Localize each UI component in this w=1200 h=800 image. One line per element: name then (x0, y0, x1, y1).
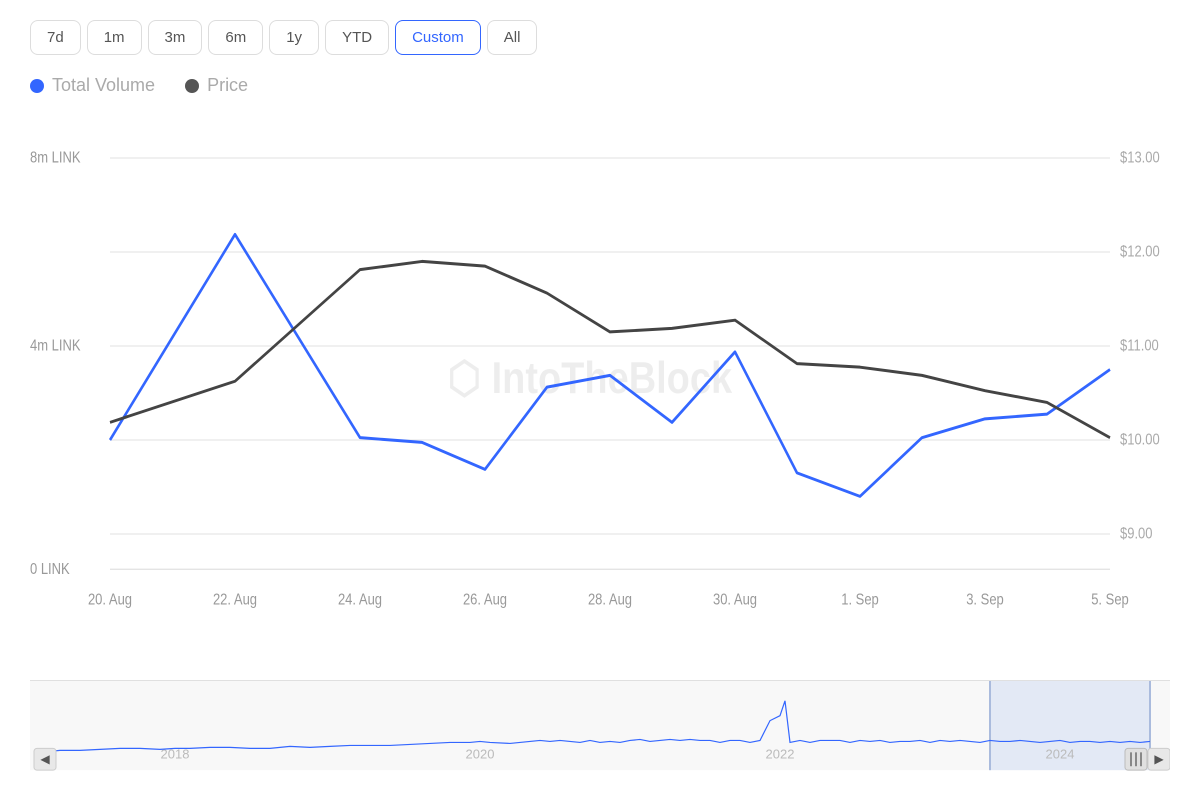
svg-text:26. Aug: 26. Aug (463, 592, 507, 609)
time-range-buttons: 7d 1m 3m 6m 1y YTD Custom All (30, 20, 1170, 55)
total-volume-dot (30, 79, 44, 93)
btn-all[interactable]: All (487, 20, 538, 55)
price-line (110, 261, 1110, 437)
drag-handle[interactable] (1125, 748, 1147, 770)
svg-text:2022: 2022 (766, 746, 795, 761)
svg-text:$9.00: $9.00 (1120, 526, 1153, 543)
svg-text:◀: ◀ (40, 752, 50, 766)
svg-text:$11.00: $11.00 (1120, 338, 1159, 355)
legend-price: Price (185, 75, 248, 96)
btn-ytd[interactable]: YTD (325, 20, 389, 55)
svg-text:$10.00: $10.00 (1120, 432, 1160, 449)
btn-7d[interactable]: 7d (30, 20, 81, 55)
scroll-left-btn[interactable]: ◀ (34, 748, 56, 770)
btn-custom[interactable]: Custom (395, 20, 481, 55)
svg-text:▶: ▶ (1154, 752, 1164, 766)
btn-6m[interactable]: 6m (208, 20, 263, 55)
btn-3m[interactable]: 3m (148, 20, 203, 55)
svg-text:8m LINK: 8m LINK (30, 150, 81, 167)
svg-text:28. Aug: 28. Aug (588, 592, 632, 609)
svg-text:0 LINK: 0 LINK (30, 561, 70, 578)
svg-text:2020: 2020 (466, 746, 495, 761)
price-label: Price (207, 75, 248, 96)
navigator-svg: 2018 2020 2022 2024 ◀ (30, 681, 1170, 790)
svg-text:20. Aug: 20. Aug (88, 592, 132, 609)
btn-1y[interactable]: 1y (269, 20, 319, 55)
svg-text:⬡ IntoTheBlock: ⬡ IntoTheBlock (448, 352, 733, 403)
svg-text:30. Aug: 30. Aug (713, 592, 757, 609)
svg-text:5. Sep: 5. Sep (1091, 592, 1129, 609)
btn-1m[interactable]: 1m (87, 20, 142, 55)
legend-total-volume: Total Volume (30, 75, 155, 96)
scroll-right-btn[interactable]: ▶ (1148, 748, 1170, 770)
chart-wrapper: 8m LINK 4m LINK 0 LINK $13.00 $12.00 $11… (30, 111, 1170, 790)
svg-text:3. Sep: 3. Sep (966, 592, 1004, 609)
navigator-area: 2018 2020 2022 2024 ◀ (30, 680, 1170, 790)
total-volume-label: Total Volume (52, 75, 155, 96)
svg-text:24. Aug: 24. Aug (338, 592, 382, 609)
price-dot (185, 79, 199, 93)
svg-text:$12.00: $12.00 (1120, 244, 1160, 261)
chart-legend: Total Volume Price (30, 75, 1170, 96)
main-container: 7d 1m 3m 6m 1y YTD Custom All Total Volu… (0, 0, 1200, 800)
main-chart-svg: 8m LINK 4m LINK 0 LINK $13.00 $12.00 $11… (30, 111, 1170, 675)
svg-text:1. Sep: 1. Sep (841, 592, 879, 609)
main-chart-area: 8m LINK 4m LINK 0 LINK $13.00 $12.00 $11… (30, 111, 1170, 675)
svg-text:2024: 2024 (1046, 746, 1075, 761)
svg-text:$13.00: $13.00 (1120, 150, 1160, 167)
svg-text:4m LINK: 4m LINK (30, 338, 81, 355)
svg-text:22. Aug: 22. Aug (213, 592, 257, 609)
